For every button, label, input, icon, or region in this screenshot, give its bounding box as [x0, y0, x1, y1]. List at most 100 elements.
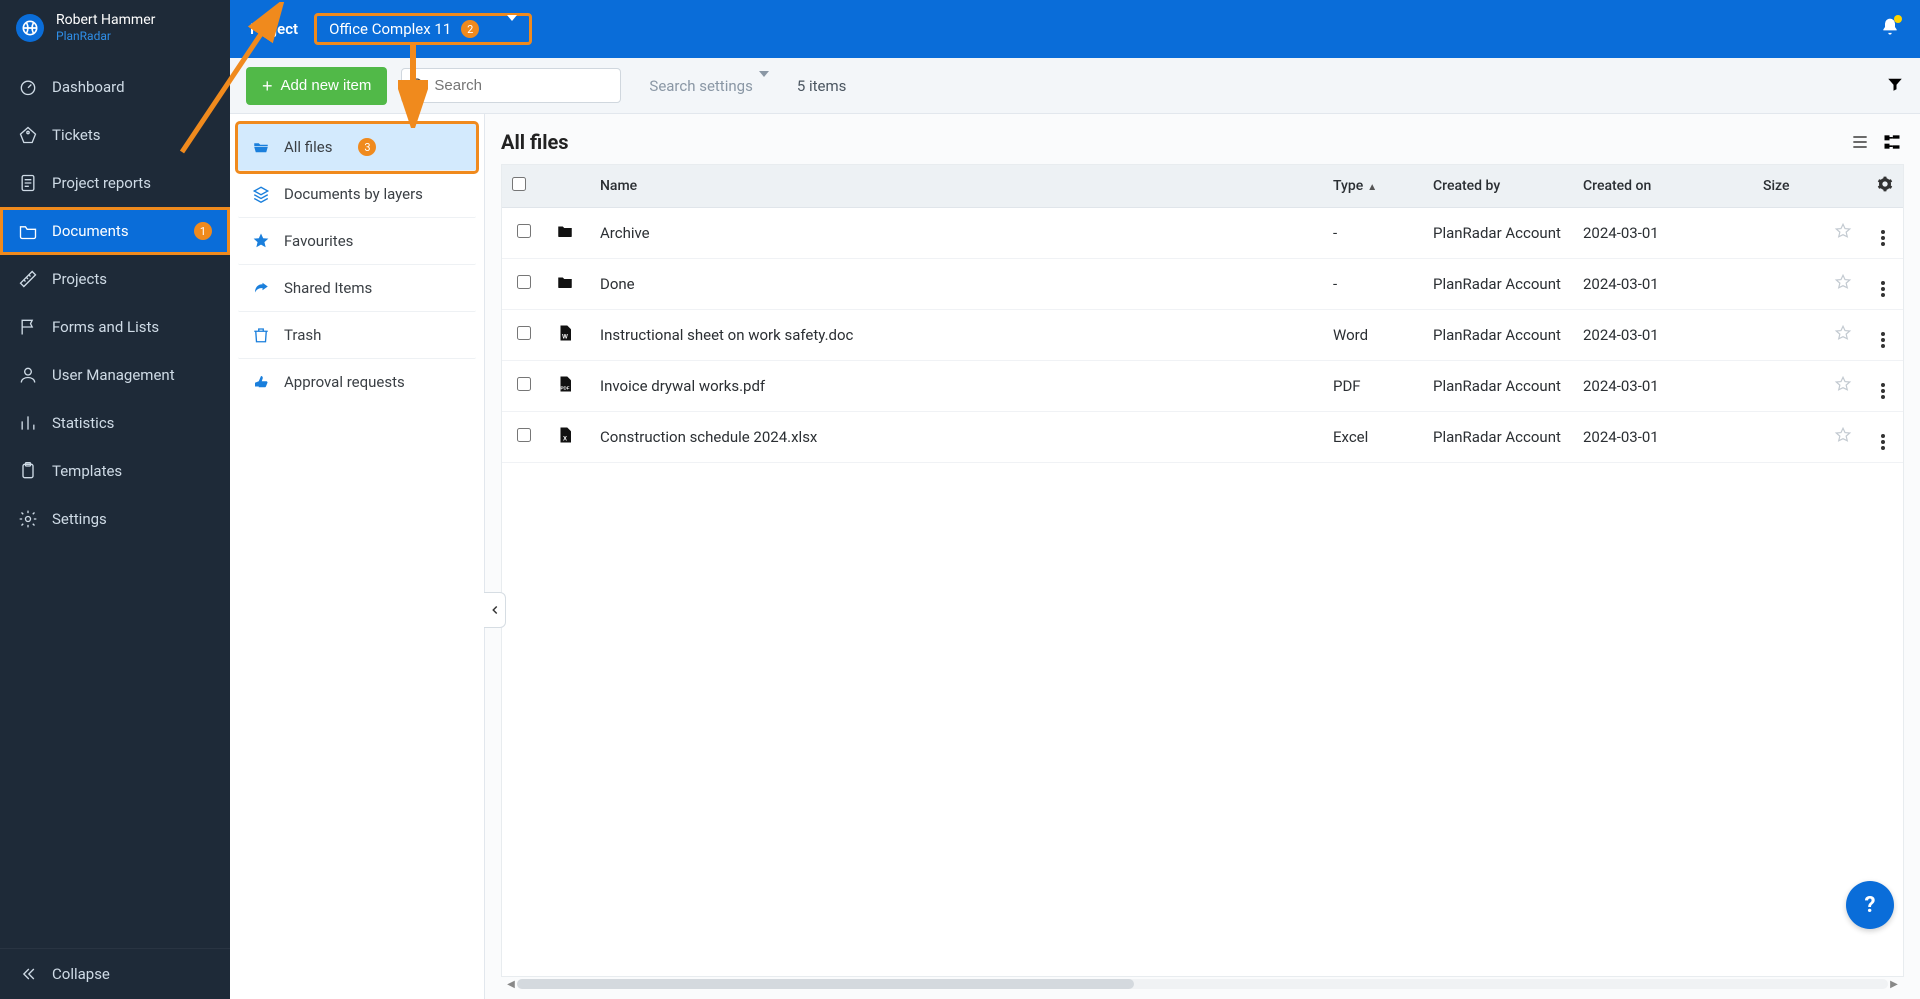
tree-collapse-handle[interactable]: [484, 592, 506, 628]
cell-type: -: [1323, 208, 1423, 259]
cell-created-by: PlanRadar Account: [1423, 208, 1573, 259]
file-type-icon: PDF: [556, 375, 574, 393]
tree-item-trash[interactable]: Trash: [238, 312, 476, 359]
row-more-button[interactable]: [1881, 281, 1885, 297]
table-row[interactable]: Done-PlanRadar Account2024-03-01: [502, 259, 1903, 310]
user-icon: [18, 365, 38, 385]
sidebar-item-project-reports[interactable]: Project reports: [0, 159, 230, 207]
column-size[interactable]: Size: [1753, 165, 1823, 208]
app-root: Robert Hammer PlanRadar Dashboard Ticket…: [0, 0, 1920, 999]
column-name[interactable]: Name: [590, 165, 1323, 208]
sidebar-item-projects[interactable]: Projects: [0, 255, 230, 303]
favorite-star-button[interactable]: [1834, 226, 1852, 244]
view-tree-button[interactable]: [1880, 130, 1904, 154]
cell-size: [1753, 310, 1823, 361]
tree-item-favourites[interactable]: Favourites: [238, 218, 476, 265]
help-button[interactable]: ?: [1846, 881, 1894, 929]
add-new-item-button[interactable]: + Add new item: [246, 67, 387, 105]
sidebar-item-label: Forms and Lists: [52, 318, 159, 336]
sidebar-item-label: User Management: [52, 366, 175, 384]
cell-type: Excel: [1323, 412, 1423, 463]
cell-created-on: 2024-03-01: [1573, 259, 1753, 310]
sidebar-item-dashboard[interactable]: Dashboard: [0, 63, 230, 111]
sidebar-item-label: Settings: [52, 510, 107, 528]
row-checkbox[interactable]: [517, 275, 531, 289]
notification-dot-icon: [1894, 15, 1902, 23]
content-body: All files 3 Documents by layers Favourit…: [230, 114, 1920, 999]
chevron-down-icon: [507, 21, 517, 37]
tree-item-label: Approval requests: [284, 373, 405, 391]
row-more-button[interactable]: [1881, 434, 1885, 450]
tree-item-approval-requests[interactable]: Approval requests: [238, 359, 476, 405]
sidebar-item-forms-lists[interactable]: Forms and Lists: [0, 303, 230, 351]
cell-name: Construction schedule 2024.xlsx: [590, 412, 1323, 463]
favorite-star-button[interactable]: [1834, 430, 1852, 448]
table-row[interactable]: Archive-PlanRadar Account2024-03-01: [502, 208, 1903, 259]
cell-type: PDF: [1323, 361, 1423, 412]
tree-item-label: Shared Items: [284, 279, 372, 297]
sidebar-item-tickets[interactable]: Tickets: [0, 111, 230, 159]
favorite-star-button[interactable]: [1834, 379, 1852, 397]
tree-item-documents-by-layers[interactable]: Documents by layers: [238, 171, 476, 218]
favorite-star-button[interactable]: [1834, 277, 1852, 295]
approve-icon: [252, 373, 270, 391]
gear-icon: [18, 509, 38, 529]
sidebar-item-label: Tickets: [52, 126, 101, 144]
svg-text:X: X: [563, 436, 567, 442]
tag-icon: [18, 125, 38, 145]
tree-item-all-files[interactable]: All files 3: [238, 124, 476, 171]
select-all-checkbox[interactable]: [512, 177, 526, 191]
column-type[interactable]: Type▲: [1323, 165, 1423, 208]
tree-item-label: Trash: [284, 326, 321, 344]
sidebar-item-settings[interactable]: Settings: [0, 495, 230, 543]
sidebar-item-documents[interactable]: Documents 1: [0, 207, 230, 255]
share-icon: [252, 279, 270, 297]
notifications-button[interactable]: [1880, 17, 1900, 41]
row-checkbox[interactable]: [517, 326, 531, 340]
cell-type: -: [1323, 259, 1423, 310]
report-icon: [18, 173, 38, 193]
star-icon: [252, 232, 270, 250]
file-type-icon: [556, 222, 574, 240]
row-more-button[interactable]: [1881, 230, 1885, 246]
filter-button[interactable]: [1886, 75, 1904, 97]
annotation-badge-2: 2: [461, 20, 479, 38]
cell-name: Instructional sheet on work safety.doc: [590, 310, 1323, 361]
table-settings-button[interactable]: [1877, 180, 1893, 196]
sidebar-item-templates[interactable]: Templates: [0, 447, 230, 495]
row-more-button[interactable]: [1881, 332, 1885, 348]
table-row[interactable]: WInstructional sheet on work safety.docW…: [502, 310, 1903, 361]
tree-item-label: Favourites: [284, 232, 353, 250]
table-row[interactable]: PDFInvoice drywal works.pdfPDFPlanRadar …: [502, 361, 1903, 412]
flag-icon: [18, 317, 38, 337]
cell-size: [1753, 208, 1823, 259]
column-created-on[interactable]: Created on: [1573, 165, 1753, 208]
cell-size: [1753, 361, 1823, 412]
cell-name: Done: [590, 259, 1323, 310]
sidebar-item-user-management[interactable]: User Management: [0, 351, 230, 399]
sidebar-item-statistics[interactable]: Statistics: [0, 399, 230, 447]
user-block: Robert Hammer PlanRadar: [56, 12, 155, 43]
cell-size: [1753, 259, 1823, 310]
cell-created-by: PlanRadar Account: [1423, 361, 1573, 412]
row-more-button[interactable]: [1881, 383, 1885, 399]
sidebar-collapse[interactable]: Collapse: [0, 948, 230, 999]
tree-item-label: Documents by layers: [284, 185, 423, 203]
horizontal-scrollbar[interactable]: ◀ ▶: [501, 977, 1904, 991]
row-checkbox[interactable]: [517, 377, 531, 391]
search-input[interactable]: [401, 68, 621, 103]
sidebar-item-label: Project reports: [52, 174, 151, 192]
svg-text:W: W: [562, 334, 568, 340]
project-selector[interactable]: Office Complex 11 2: [314, 13, 532, 45]
column-created-by[interactable]: Created by: [1423, 165, 1573, 208]
row-checkbox[interactable]: [517, 428, 531, 442]
favorite-star-button[interactable]: [1834, 328, 1852, 346]
view-list-button[interactable]: [1848, 130, 1872, 154]
row-checkbox[interactable]: [517, 224, 531, 238]
search-settings-button[interactable]: Search settings: [649, 77, 768, 95]
clipboard-icon: [18, 461, 38, 481]
data-table-scroll[interactable]: Name Type▲ Created by Created on Size Ar…: [501, 164, 1904, 977]
tree-item-shared-items[interactable]: Shared Items: [238, 265, 476, 312]
cell-created-by: PlanRadar Account: [1423, 259, 1573, 310]
table-row[interactable]: XConstruction schedule 2024.xlsxExcelPla…: [502, 412, 1903, 463]
